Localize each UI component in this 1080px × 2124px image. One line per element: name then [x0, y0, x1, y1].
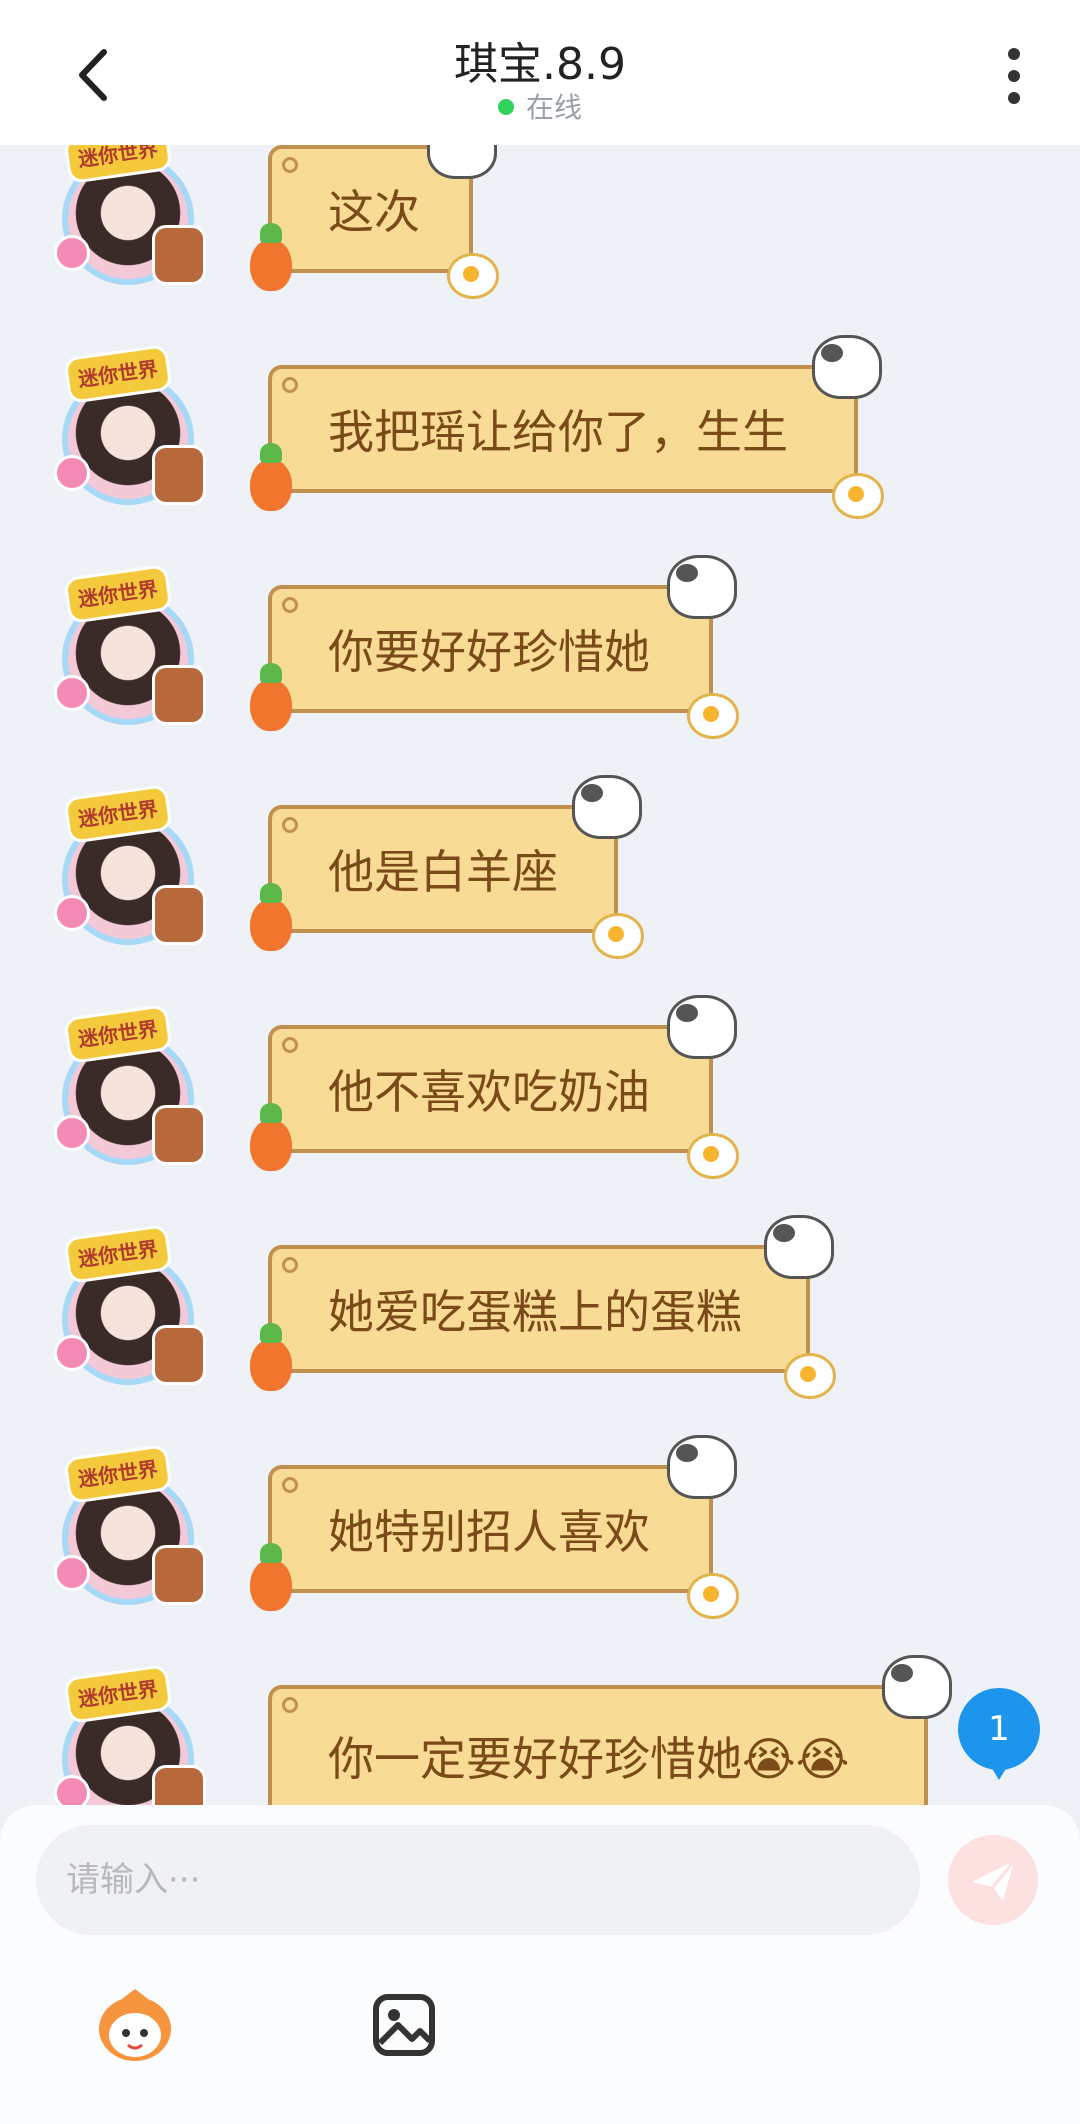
message-row: 迷你世界 她爱吃蛋糕上的蛋糕 — [0, 1215, 1080, 1415]
sender-avatar[interactable]: 迷你世界 — [54, 1443, 206, 1605]
composer-bar — [0, 1805, 1080, 2124]
message-bubble[interactable]: 这次 — [250, 145, 499, 299]
cat-sticker-icon — [667, 1435, 737, 1499]
chat-header: 琪宝.8.9 在线 — [0, 0, 1080, 145]
message-text: 你一定要好好珍惜她😭😭 — [328, 1732, 850, 1786]
egg-sticker-icon — [687, 1133, 739, 1179]
message-bubble[interactable]: 我把瑶让给你了，生生 — [250, 335, 884, 519]
message-bubble[interactable]: 他是白羊座 — [250, 775, 644, 959]
message-row: 迷你世界 她特别招人喜欢 — [0, 1435, 1080, 1635]
image-icon[interactable] — [372, 1993, 436, 2057]
message-text: 你要好好珍惜她 — [328, 625, 650, 679]
egg-sticker-icon — [447, 253, 499, 299]
carrot-sticker-icon — [250, 1103, 292, 1171]
message-list[interactable]: 迷你世界 这次 迷你世界 我把瑶让给你了，生生 迷你世界 你要好好珍惜她 迷你世… — [0, 145, 1080, 1805]
carrot-sticker-icon — [250, 1543, 292, 1611]
message-row: 迷你世界 我把瑶让给你了，生生 — [0, 335, 1080, 535]
unread-count-badge[interactable]: 1 — [958, 1688, 1040, 1780]
cat-sticker-icon — [764, 1215, 834, 1279]
message-row: 迷你世界 你一定要好好珍惜她😭😭 — [0, 1655, 1080, 1805]
message-input[interactable] — [36, 1825, 920, 1935]
cat-sticker-icon — [882, 1655, 952, 1719]
cat-sticker-icon — [427, 145, 497, 179]
cat-sticker-icon — [667, 995, 737, 1059]
carrot-sticker-icon — [250, 663, 292, 731]
egg-sticker-icon — [592, 913, 644, 959]
message-row: 迷你世界 你要好好珍惜她 — [0, 555, 1080, 755]
sender-avatar[interactable]: 迷你世界 — [54, 343, 206, 505]
carrot-sticker-icon — [250, 883, 292, 951]
cat-sticker-icon — [667, 555, 737, 619]
message-text: 她特别招人喜欢 — [328, 1505, 650, 1559]
carrot-sticker-icon — [250, 1323, 292, 1391]
message-bubble[interactable]: 她特别招人喜欢 — [250, 1435, 739, 1619]
carrot-sticker-icon — [250, 223, 292, 291]
message-text: 这次 — [328, 185, 420, 239]
message-text: 我把瑶让给你了，生生 — [328, 405, 788, 459]
message-bubble[interactable]: 他不喜欢吃奶油 — [250, 995, 739, 1179]
cat-sticker-icon — [812, 335, 882, 399]
message-row: 迷你世界 这次 — [0, 145, 1080, 315]
message-bubble[interactable]: 你一定要好好珍惜她😭😭 — [268, 1655, 952, 1805]
cat-sticker-icon — [572, 775, 642, 839]
message-row: 迷你世界 他是白羊座 — [0, 775, 1080, 975]
egg-sticker-icon — [687, 1573, 739, 1619]
send-icon[interactable] — [948, 1835, 1038, 1925]
message-text: 她爱吃蛋糕上的蛋糕 — [328, 1285, 742, 1339]
sender-avatar[interactable]: 迷你世界 — [54, 1003, 206, 1165]
sender-avatar[interactable]: 迷你世界 — [54, 1663, 206, 1805]
contact-name: 琪宝.8.9 — [454, 39, 626, 90]
more-vertical-icon[interactable] — [996, 44, 1032, 108]
sender-avatar[interactable]: 迷你世界 — [54, 563, 206, 725]
sender-avatar[interactable]: 迷你世界 — [54, 783, 206, 945]
sender-avatar[interactable]: 迷你世界 — [54, 145, 206, 285]
emoji-sticker-icon[interactable] — [92, 1985, 178, 2065]
egg-sticker-icon — [832, 473, 884, 519]
message-row: 迷你世界 他不喜欢吃奶油 — [0, 995, 1080, 1195]
egg-sticker-icon — [784, 1353, 836, 1399]
online-status-label: 在线 — [525, 91, 582, 124]
message-text: 他是白羊座 — [328, 845, 558, 899]
message-bubble[interactable]: 你要好好珍惜她 — [250, 555, 739, 739]
online-dot-icon — [497, 99, 514, 115]
egg-sticker-icon — [687, 693, 739, 739]
online-status: 在线 — [0, 86, 1080, 126]
sender-avatar[interactable]: 迷你世界 — [54, 1223, 206, 1385]
message-text: 他不喜欢吃奶油 — [328, 1065, 650, 1119]
carrot-sticker-icon — [250, 443, 292, 511]
message-bubble[interactable]: 她爱吃蛋糕上的蛋糕 — [250, 1215, 836, 1399]
